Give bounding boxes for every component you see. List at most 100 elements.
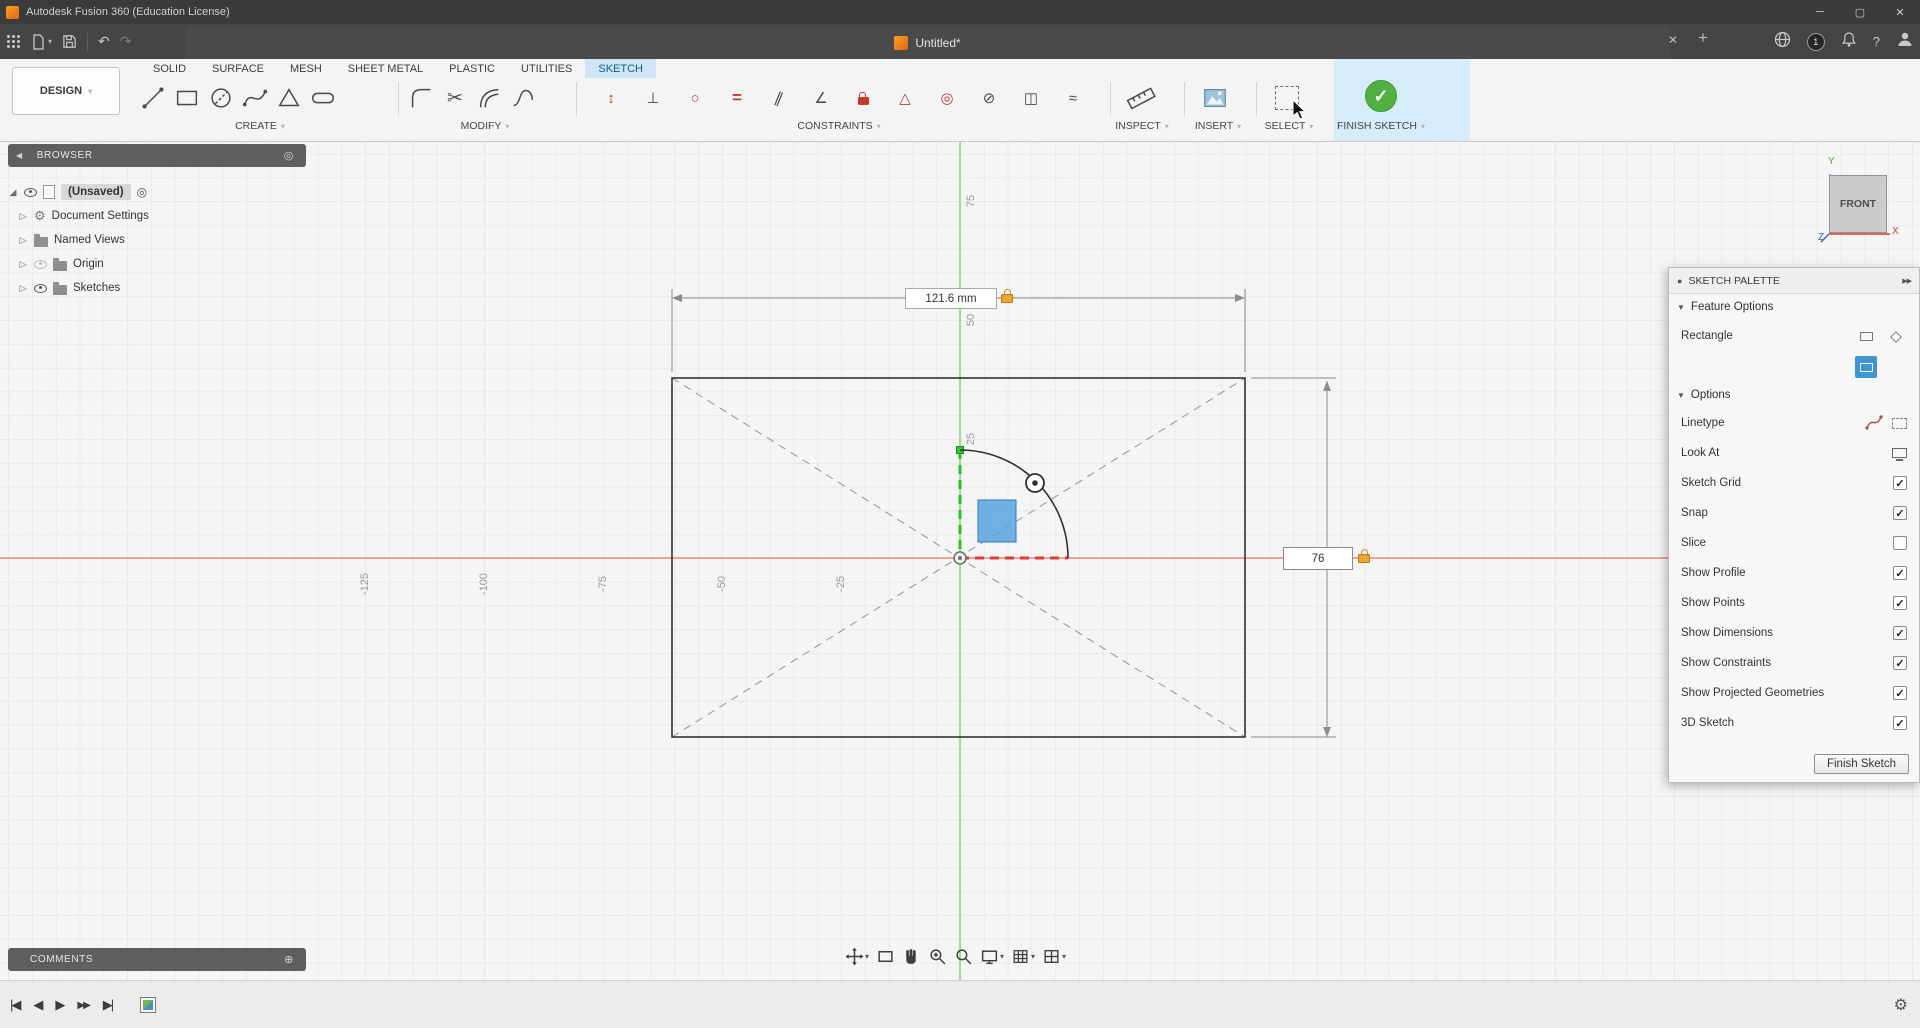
preferences-gear-icon[interactable]: ⚙ [1894, 995, 1908, 1015]
selection-highlight-square[interactable] [977, 499, 1017, 543]
zoom-window-tool-icon[interactable] [928, 947, 947, 966]
zoom-tool-icon[interactable] [954, 947, 973, 966]
width-dimension-input[interactable]: 121.6 mm [905, 288, 997, 309]
look-at-icon[interactable] [1892, 448, 1907, 461]
finish-sketch-button[interactable]: Finish Sketch [1813, 754, 1909, 774]
minimize-button[interactable]: ─ [1800, 0, 1840, 24]
three-point-rectangle-icon[interactable]: ◇ [1885, 325, 1907, 347]
user-avatar[interactable] [1896, 30, 1914, 53]
visibility-eye-icon[interactable] [24, 187, 37, 197]
trim-tool-icon[interactable]: ✂ [438, 81, 472, 115]
visibility-eye-icon[interactable] [34, 283, 47, 293]
file-menu-button[interactable]: ▾ [31, 33, 52, 50]
fillet-tool-icon[interactable] [404, 81, 438, 115]
tab-sketch[interactable]: SKETCH [585, 59, 656, 78]
grid-and-snaps-icon[interactable]: ▾ [1011, 947, 1035, 966]
sketch-geometry[interactable] [0, 142, 1920, 980]
browser-root-row[interactable]: ◢ (Unsaved) ◎ [8, 182, 147, 202]
browser-panel-header[interactable]: ◀ BROWSER ◎ [8, 144, 306, 167]
tab-plastic[interactable]: PLASTIC [436, 59, 508, 78]
pan-tool-icon[interactable] [902, 947, 921, 966]
viewports-icon[interactable]: ▾ [1042, 947, 1066, 966]
timeline-sketch-feature[interactable] [140, 997, 157, 1013]
new-document-tab-icon[interactable]: + [1698, 28, 1708, 48]
modify-group-label[interactable]: MODIFY ▾ [461, 120, 510, 132]
step-back-button[interactable]: ◀ [33, 997, 43, 1013]
3d-sketch-checkbox[interactable] [1893, 716, 1907, 730]
browser-item-sketches[interactable]: ▷ Sketches [18, 278, 120, 298]
show-profile-checkbox[interactable] [1893, 566, 1907, 580]
tab-solid[interactable]: SOLID [140, 59, 199, 78]
fix-lock-constraint-icon[interactable] [850, 85, 876, 111]
measure-tool-icon[interactable] [1124, 81, 1158, 115]
show-points-checkbox[interactable] [1893, 596, 1907, 610]
viewcube-front-face[interactable]: FRONT [1829, 175, 1887, 233]
feature-options-section[interactable]: ▼ Feature Options [1669, 294, 1919, 320]
activate-component-icon[interactable]: ◎ [137, 185, 147, 199]
show-dimensions-checkbox[interactable] [1893, 626, 1907, 640]
notifications-bell-icon[interactable] [1841, 31, 1857, 53]
create-group-label[interactable]: CREATE ▾ [235, 120, 285, 132]
browser-item-document-settings[interactable]: ▷ ⚙ Document Settings [18, 206, 149, 226]
slot-tool-icon[interactable] [306, 81, 340, 115]
offset-tool-icon[interactable] [472, 81, 506, 115]
insert-group-label[interactable]: INSERT ▾ [1195, 120, 1241, 132]
midpoint-constraint-icon[interactable]: △ [892, 85, 918, 111]
browser-item-named-views[interactable]: ▷ Named Views [18, 230, 125, 250]
sketch-grid-checkbox[interactable] [1893, 476, 1907, 490]
job-status-icon[interactable]: 1 [1806, 32, 1825, 51]
slice-checkbox[interactable] [1893, 536, 1907, 550]
close-button[interactable]: ✕ [1880, 0, 1920, 24]
tab-utilities[interactable]: UTILITIES [508, 59, 585, 78]
perpendicular-constraint-icon[interactable]: ⊥ [640, 85, 666, 111]
mirror-tool-icon[interactable] [506, 81, 540, 115]
spline-tool-icon[interactable] [238, 81, 272, 115]
height-dimension-input[interactable]: 76 [1283, 547, 1353, 570]
parallel-constraint-icon[interactable]: ∥ [762, 81, 796, 115]
expand-root-icon[interactable]: ◢ [8, 187, 18, 198]
expand-icon[interactable]: ▷ [18, 235, 28, 246]
close-document-tab-icon[interactable]: ✕ [1668, 33, 1678, 47]
options-section[interactable]: ▼ Options [1669, 382, 1919, 408]
expand-icon[interactable]: ▷ [18, 259, 28, 270]
rectangle-tool-icon[interactable] [170, 81, 204, 115]
orbit-tool-icon[interactable]: ▾ [845, 947, 869, 966]
tab-surface[interactable]: SURFACE [199, 59, 277, 78]
line-tool-icon[interactable] [136, 81, 170, 115]
go-to-start-button[interactable]: |◀ [10, 997, 21, 1013]
width-lock-icon[interactable] [1001, 289, 1013, 303]
extensions-globe-icon[interactable] [1774, 31, 1791, 53]
save-button[interactable] [62, 34, 77, 49]
snap-checkbox[interactable] [1893, 506, 1907, 520]
visibility-eye-icon[interactable] [34, 259, 47, 269]
tangent-circle-constraint-icon[interactable]: ○ [682, 85, 708, 111]
tab-mesh[interactable]: MESH [277, 59, 335, 78]
expand-icon[interactable]: ▷ [18, 283, 28, 294]
tab-sheet-metal[interactable]: SHEET METAL [335, 59, 436, 78]
view-cube[interactable]: Y FRONT X Z [1814, 156, 1910, 258]
show-constraints-checkbox[interactable] [1893, 656, 1907, 670]
collapse-browser-icon[interactable]: ◀ [16, 151, 23, 160]
expand-icon[interactable]: ▷ [18, 211, 28, 222]
polygon-tool-icon[interactable] [272, 81, 306, 115]
finish-sketch-check-icon[interactable]: ✓ [1365, 80, 1397, 112]
look-at-tool-icon[interactable] [876, 947, 895, 966]
centerline-linetype-icon[interactable] [1892, 417, 1907, 429]
undo-button[interactable]: ↶ [98, 33, 110, 50]
maximize-button[interactable]: ▢ [1840, 0, 1880, 24]
comments-panel-header[interactable]: COMMENTS ⊕ [8, 948, 306, 971]
inspect-group-label[interactable]: INSPECT ▾ [1115, 120, 1169, 132]
center-rectangle-icon[interactable] [1855, 356, 1877, 378]
curvature-constraint-icon[interactable]: ≈ [1060, 85, 1086, 111]
equal-constraint-icon[interactable]: = [724, 85, 750, 111]
constraints-group-label[interactable]: CONSTRAINTS ▾ [797, 120, 880, 132]
model-canvas[interactable]: 121.6 mm 76 -125 -100 -75 -50 -25 75 50 … [0, 142, 1920, 980]
root-document-label[interactable]: (Unsaved) [61, 184, 131, 200]
collapse-palette-icon[interactable]: ▶▶ [1902, 277, 1912, 285]
browser-item-origin[interactable]: ▷ Origin [18, 254, 104, 274]
height-lock-icon[interactable] [1358, 549, 1370, 563]
app-grid-icon[interactable] [6, 34, 21, 49]
display-settings-icon[interactable]: ▾ [980, 947, 1004, 966]
sketch-palette-header[interactable]: ● SKETCH PALETTE ▶▶ [1669, 268, 1919, 294]
play-button[interactable]: ▶ [55, 997, 65, 1013]
